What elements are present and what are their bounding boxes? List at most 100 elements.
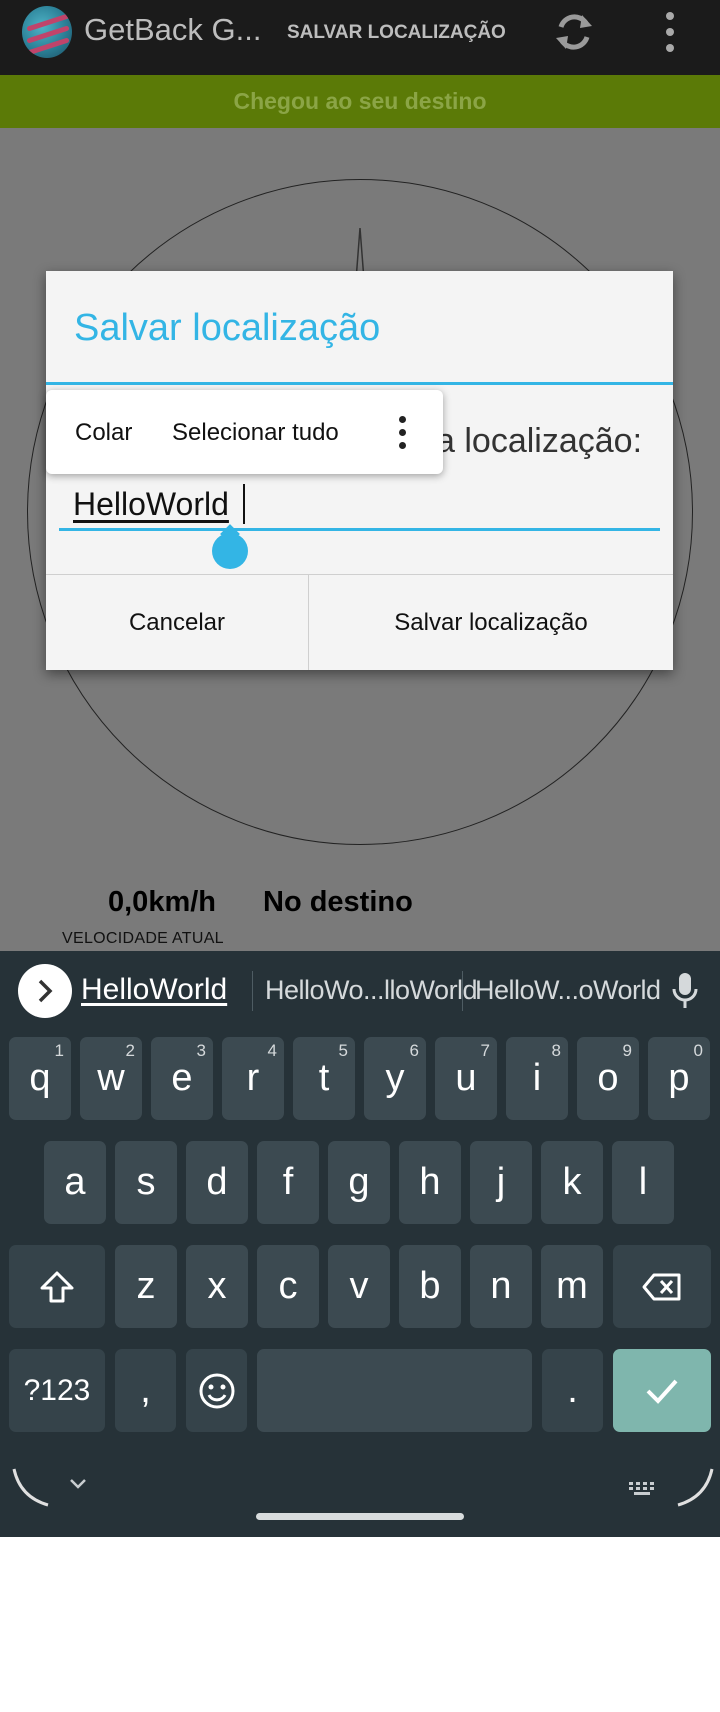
key-label: x	[207, 1265, 227, 1307]
paste-option[interactable]: Colar	[75, 419, 132, 447]
letter-key[interactable]: x	[186, 1245, 248, 1328]
suggestion-bar: HelloWorld HelloWo...lloWorld HelloW...o…	[0, 951, 720, 1033]
dialog-title: Salvar localização	[74, 307, 381, 349]
key-hint: 8	[551, 1041, 561, 1060]
more-options-icon[interactable]	[396, 416, 408, 450]
comma-key[interactable]: ,	[115, 1349, 176, 1432]
key-label: h	[419, 1161, 441, 1203]
destination-status: No destino	[263, 886, 413, 918]
letter-key[interactable]: n	[470, 1245, 532, 1328]
letter-key[interactable]: f	[257, 1141, 319, 1224]
letter-key[interactable]: u7	[435, 1037, 497, 1120]
key-label: c	[278, 1265, 298, 1307]
suggestion-item[interactable]: HelloWo...lloWorld	[265, 975, 478, 1006]
key-hint: 9	[622, 1041, 632, 1060]
key-label: i	[532, 1057, 542, 1099]
key-hint: 2	[125, 1041, 135, 1060]
arrival-banner: Chegou ao seu destino	[0, 75, 720, 128]
letter-key[interactable]: c	[257, 1245, 319, 1328]
back-gesture-icon[interactable]	[10, 1461, 58, 1509]
letter-key[interactable]: p0	[648, 1037, 710, 1120]
letter-key[interactable]: o9	[577, 1037, 639, 1120]
key-label: r	[246, 1057, 260, 1099]
soft-keyboard: HelloWorld HelloWo...lloWorld HelloW...o…	[0, 951, 720, 1455]
home-gesture-bar[interactable]	[256, 1513, 464, 1520]
key-hint: 0	[693, 1041, 703, 1060]
letter-key[interactable]: j	[470, 1141, 532, 1224]
save-location-action[interactable]: SALVAR LOCALIZAÇÃO	[287, 22, 506, 44]
suggestion-item[interactable]: HelloWorld	[81, 973, 227, 1007]
key-label: w	[97, 1057, 125, 1099]
keyboard-switch-icon[interactable]	[628, 1481, 658, 1497]
select-all-option[interactable]: Selecionar tudo	[172, 419, 339, 447]
symbols-key[interactable]: ?123	[9, 1349, 105, 1432]
overflow-menu-icon[interactable]	[660, 12, 680, 56]
text-selection-menu: Colar Selecionar tudo	[46, 390, 443, 474]
suggestion-divider	[462, 971, 463, 1011]
forward-gesture-icon[interactable]	[668, 1461, 716, 1509]
suggestion-divider	[252, 971, 253, 1011]
backspace-key[interactable]	[613, 1245, 711, 1328]
letter-key[interactable]: m	[541, 1245, 603, 1328]
suggestion-item[interactable]: HelloW...oWorld	[475, 975, 661, 1006]
key-label: n	[490, 1265, 512, 1307]
key-hint: 6	[409, 1041, 419, 1060]
app-title: GetBack G...	[84, 12, 262, 47]
letter-key[interactable]: a	[44, 1141, 106, 1224]
letter-key[interactable]: i8	[506, 1037, 568, 1120]
space-key[interactable]	[257, 1349, 532, 1432]
location-name-value[interactable]: HelloWorld	[73, 486, 229, 523]
key-label: z	[136, 1265, 156, 1307]
letter-key[interactable]: w2	[80, 1037, 142, 1120]
hide-keyboard-icon[interactable]	[68, 1477, 88, 1491]
arrival-banner-text: Chegou ao seu destino	[233, 88, 487, 114]
microphone-icon[interactable]	[670, 971, 700, 1013]
location-name-input[interactable]: HelloWorld	[59, 476, 660, 531]
refresh-icon[interactable]	[552, 10, 596, 54]
cancel-button[interactable]: Cancelar	[46, 575, 308, 670]
key-hint: 3	[196, 1041, 206, 1060]
key-hint: 7	[480, 1041, 490, 1060]
key-label: a	[64, 1161, 86, 1203]
letter-key[interactable]: b	[399, 1245, 461, 1328]
key-hint: 1	[54, 1041, 64, 1060]
letter-key[interactable]: l	[612, 1141, 674, 1224]
key-label: d	[206, 1161, 228, 1203]
letter-key[interactable]: d	[186, 1141, 248, 1224]
app-logo-icon	[22, 6, 72, 58]
letter-key[interactable]: e3	[151, 1037, 213, 1120]
letter-key[interactable]: t5	[293, 1037, 355, 1120]
key-hint: 4	[267, 1041, 277, 1060]
emoji-key[interactable]	[186, 1349, 247, 1432]
navigation-bar	[0, 1455, 720, 1537]
selection-handle[interactable]	[212, 533, 248, 569]
letter-key[interactable]: k	[541, 1141, 603, 1224]
letter-key[interactable]: y6	[364, 1037, 426, 1120]
letter-key[interactable]: q1	[9, 1037, 71, 1120]
shift-key[interactable]	[9, 1245, 105, 1328]
key-label: g	[348, 1161, 370, 1203]
letter-key[interactable]: g	[328, 1141, 390, 1224]
speed-label: VELOCIDADE ATUAL	[62, 930, 224, 947]
key-label: o	[597, 1057, 619, 1099]
letter-key[interactable]: v	[328, 1245, 390, 1328]
dialog-divider	[46, 382, 673, 385]
app-bar: GetBack G... SALVAR LOCALIZAÇÃO	[0, 0, 720, 75]
key-label: t	[318, 1057, 330, 1099]
letter-key[interactable]: z	[115, 1245, 177, 1328]
key-label: s	[136, 1161, 156, 1203]
period-key[interactable]: .	[542, 1349, 603, 1432]
letter-key[interactable]: s	[115, 1141, 177, 1224]
key-label: u	[455, 1057, 477, 1099]
letter-key[interactable]: r4	[222, 1037, 284, 1120]
expand-suggestions-icon[interactable]	[18, 964, 72, 1018]
letter-key[interactable]: h	[399, 1141, 461, 1224]
key-label: b	[419, 1265, 441, 1307]
save-location-button[interactable]: Salvar localização	[309, 575, 673, 670]
key-label: f	[282, 1161, 294, 1203]
key-label: v	[349, 1265, 369, 1307]
key-label: m	[556, 1265, 588, 1307]
key-label: q	[29, 1057, 51, 1099]
enter-key[interactable]	[613, 1349, 711, 1432]
key-label: e	[171, 1057, 193, 1099]
